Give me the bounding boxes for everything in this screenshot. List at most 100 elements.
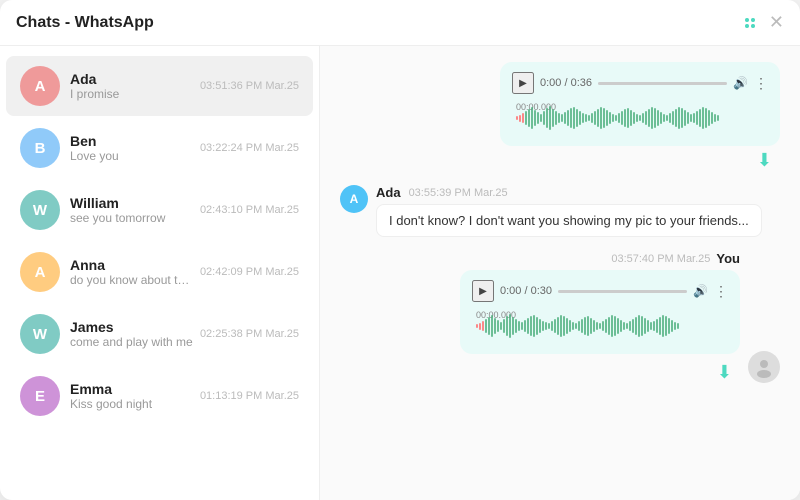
waveform-bar (500, 322, 502, 330)
avatar-anna: A (20, 252, 60, 292)
waveform-bar (626, 323, 628, 329)
waveform-bar (591, 113, 593, 123)
avatar-james: W (20, 314, 60, 354)
chat-item-william[interactable]: W William see you tomorrow 02:43:10 PM M… (6, 180, 313, 240)
chat-item-ada[interactable]: A Ada I promise 03:51:36 PM Mar.25 (6, 56, 313, 116)
waveform-bar (599, 323, 601, 329)
chat-info-william: William see you tomorrow (70, 195, 194, 225)
waveform-bar (620, 320, 622, 332)
chat-item-ben[interactable]: B Ben Love you 03:22:24 PM Mar.25 (6, 118, 313, 178)
grid-icon-button[interactable] (741, 14, 759, 32)
download-icon[interactable]: ⬇ (757, 150, 772, 171)
waveform-bar (563, 316, 565, 336)
waveform-bar (567, 110, 569, 126)
waveform-container-out: 00:00.000 (472, 308, 728, 344)
main-content: A Ada I promise 03:51:36 PM Mar.25 B Ben… (0, 46, 800, 500)
waveform-bar (503, 319, 505, 333)
voice-controls-out: ▶ 0:00 / 0:30 🔊 ⋮ (472, 280, 728, 302)
waveform-bar (554, 319, 556, 333)
waveform-bar (702, 107, 704, 129)
waveform-bar (485, 319, 487, 333)
waveform-bar (545, 322, 547, 330)
chat-name-james: James (70, 319, 194, 335)
waveform-bar (509, 314, 511, 338)
waveform-bar (528, 109, 530, 127)
waveform-bar (521, 322, 523, 330)
waveform-bar (608, 317, 610, 335)
app-window: Chats - WhatsApp ✕ A Ada I promise (0, 0, 800, 500)
waveform-bar (621, 111, 623, 125)
waveform-bar (506, 316, 508, 336)
outgoing-timestamp: 03:57:40 PM Mar.25 (611, 253, 710, 265)
waveform-bar (675, 109, 677, 127)
waveform-bar (593, 320, 595, 332)
waveform-bar (590, 318, 592, 334)
waveform-bar (597, 109, 599, 127)
voice-controls: ▶ 0:00 / 0:36 🔊 ⋮ (512, 72, 768, 94)
waveform-bar (627, 108, 629, 128)
waveform-bar (681, 108, 683, 128)
waveform-bar (578, 321, 580, 331)
chat-info-emma: Emma Kiss good night (70, 381, 194, 411)
sender-name: Ada (376, 185, 401, 200)
title-bar: Chats - WhatsApp ✕ (0, 0, 800, 46)
waveform-bar (612, 114, 614, 122)
waveform-bar (602, 321, 604, 331)
close-button[interactable]: ✕ (769, 12, 784, 33)
chat-item-emma[interactable]: E Emma Kiss good night 01:13:19 PM Mar.2… (6, 366, 313, 426)
waveform-bar (581, 319, 583, 333)
waveform-bar (576, 109, 578, 127)
waveform-bar (650, 322, 652, 330)
chat-name-emma: Emma (70, 381, 194, 397)
voice-bubble-outgoing: ▶ 0:00 / 0:30 🔊 ⋮ 00:00.000 (460, 270, 740, 354)
waveform-bar (588, 115, 590, 121)
waveform-bar (524, 320, 526, 332)
progress-bar-out[interactable] (558, 290, 687, 293)
waveform-bar (491, 315, 493, 337)
message-header: Ada 03:55:39 PM Mar.25 (376, 185, 762, 200)
waveform-bar (531, 107, 533, 129)
messages-area: ▶ 0:00 / 0:36 🔊 ⋮ 00:00.000 (320, 46, 800, 500)
more-icon-out[interactable]: ⋮ (714, 283, 728, 300)
waveform-bar (635, 317, 637, 335)
waveform-bar (537, 112, 539, 124)
progress-bar[interactable] (598, 82, 727, 85)
waveform-bar (674, 322, 676, 330)
waveform-bar (611, 315, 613, 337)
chat-name-ben: Ben (70, 133, 194, 149)
volume-icon-out[interactable]: 🔊 (693, 284, 708, 298)
waveform-bar (668, 318, 670, 334)
time-display-out: 0:00 / 0:30 (500, 285, 552, 297)
waveform-bar (708, 110, 710, 126)
chat-info-ben: Ben Love you (70, 133, 194, 163)
play-button[interactable]: ▶ (512, 72, 534, 94)
waveform-bar (605, 319, 607, 333)
waveform-bar (497, 320, 499, 332)
waveform-bar (569, 320, 571, 332)
waveform-bar (570, 108, 572, 128)
volume-icon[interactable]: 🔊 (733, 76, 748, 90)
waveform-bar (690, 114, 692, 122)
waveform-bar (606, 110, 608, 126)
waveform-bar (618, 113, 620, 123)
more-icon[interactable]: ⋮ (754, 75, 768, 92)
waveform-bar (560, 315, 562, 337)
ada-avatar: A (340, 185, 368, 213)
waveform-bar (525, 111, 527, 125)
waveform-bar (534, 110, 536, 126)
download-icon-out[interactable]: ⬇ (717, 362, 732, 383)
message-timestamp: 03:55:39 PM Mar.25 (409, 187, 508, 199)
waveform-bar (678, 107, 680, 129)
play-button-out[interactable]: ▶ (472, 280, 494, 302)
voice-message-1: ▶ 0:00 / 0:36 🔊 ⋮ 00:00.000 (340, 62, 780, 171)
chat-name-anna: Anna (70, 257, 194, 273)
chat-item-james[interactable]: W James come and play with me 02:25:38 P… (6, 304, 313, 364)
waveform-bar (629, 321, 631, 331)
chat-item-anna[interactable]: A Anna do you know about that 02:42:09 P… (6, 242, 313, 302)
waveform-bar (494, 318, 496, 334)
chat-list: A Ada I promise 03:51:36 PM Mar.25 B Ben… (0, 46, 320, 500)
waveform-bar (614, 316, 616, 336)
waveform-bar (566, 318, 568, 334)
waveform-bar (522, 113, 524, 123)
voice-bubble-incoming: ▶ 0:00 / 0:36 🔊 ⋮ 00:00.000 (500, 62, 780, 146)
